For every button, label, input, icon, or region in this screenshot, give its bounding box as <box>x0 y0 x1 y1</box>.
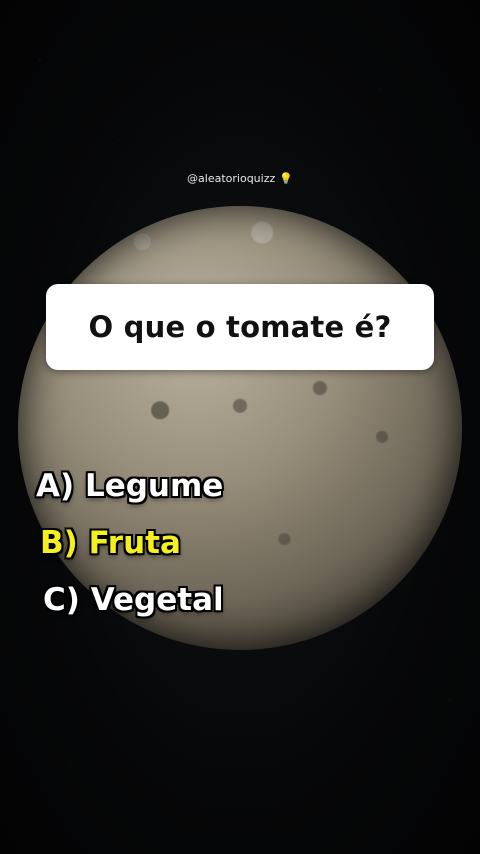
handle-text: @aleatorioquizz <box>187 172 276 185</box>
question-card: O que o tomate é? <box>46 284 434 370</box>
creator-handle: @aleatorioquizz 💡 <box>0 172 480 185</box>
question-text: O que o tomate é? <box>88 310 392 344</box>
answer-option-a: A) Legume <box>36 468 224 504</box>
answer-option-b: B) Fruta <box>40 525 181 561</box>
lightbulb-icon: 💡 <box>279 172 293 185</box>
answer-option-c: C) Vegetal <box>43 582 224 618</box>
